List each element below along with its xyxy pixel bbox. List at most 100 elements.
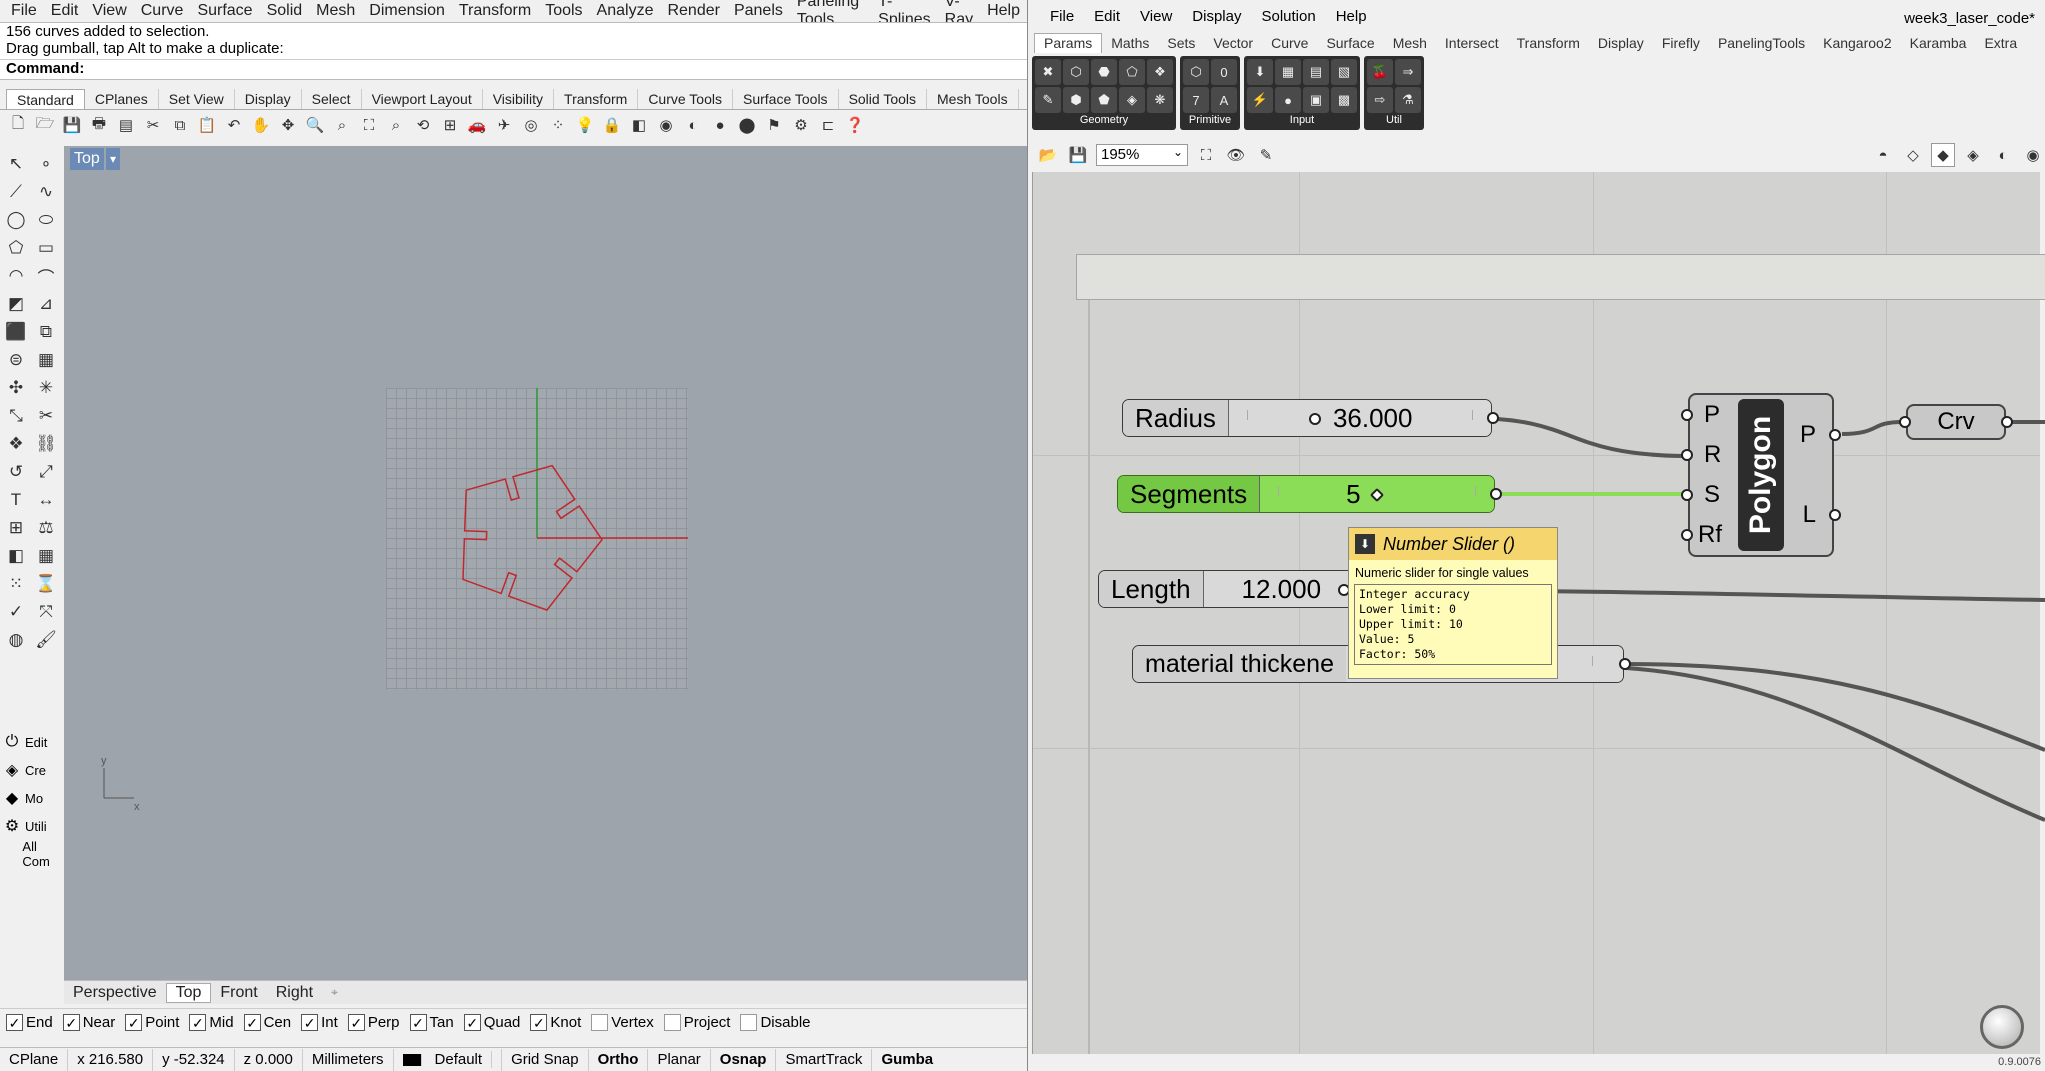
port-p-in[interactable] [1681,409,1693,421]
polygon-tool-icon[interactable]: ⬠ [2,234,30,262]
paste-icon[interactable]: 📋 [195,113,219,137]
gumball-icon[interactable]: ✣ [2,374,30,402]
viewport-tab-top[interactable]: Top [165,982,212,1003]
osnap-project[interactable]: Project [663,1014,730,1031]
osnap-vertex[interactable]: Vertex [591,1014,654,1031]
osnap-quad[interactable]: ✓ Quad [463,1014,520,1031]
osnap-checkbox[interactable]: ✓ [243,1014,261,1031]
status-cplane[interactable]: CPlane [0,1048,69,1071]
cylinder-icon[interactable]: ⊜ [2,346,30,374]
tab-set-view[interactable]: Set View [159,89,235,109]
osnap-disable[interactable]: Disable [740,1014,811,1031]
menu-dimension[interactable]: Dimension [362,2,452,20]
zoom-icon[interactable]: 🔍 [303,113,327,137]
length-slider[interactable]: Length 12.000 [1098,570,1380,608]
osnap-int[interactable]: ✓ Int [301,1014,338,1031]
osnap-end[interactable]: ✓ End [6,1014,53,1031]
tab-surface-tools[interactable]: Surface Tools [733,89,839,109]
dimension-icon[interactable]: ⊏ [816,113,840,137]
group-icon[interactable]: ❖ [2,430,30,458]
menu-file[interactable]: File [4,2,44,20]
tab-cplanes[interactable]: CPlanes [85,89,159,109]
menu-curve[interactable]: Curve [134,2,191,20]
save-icon[interactable]: 💾 [60,113,84,137]
osnap-near[interactable]: ✓ Near [62,1014,115,1031]
copy-icon[interactable]: ⧉ [168,113,192,137]
explode-icon[interactable]: ✳ [32,374,60,402]
osnap-point[interactable]: ✓ Point [125,1014,179,1031]
menu-panels[interactable]: Panels [727,2,790,20]
dimension-tool-icon[interactable]: ↔ [32,486,60,514]
radius-slider-track[interactable]: 36.000 [1228,400,1491,436]
print-icon[interactable]: 🖶 [87,113,111,137]
viewport-tab-front[interactable]: Front [211,984,266,1002]
osnap-checkbox[interactable]: ✓ [530,1014,548,1031]
tab-curve-tools[interactable]: Curve Tools [638,89,733,109]
osnap-mid[interactable]: ✓ Mid [189,1014,234,1031]
check-icon[interactable]: ✓ [2,598,30,626]
new-file-icon[interactable]: 🗋 [6,113,30,137]
radius-slider-knob[interactable] [1308,413,1321,425]
scale-icon[interactable]: ⤢ [32,458,60,486]
tab-transform[interactable]: Transform [554,89,639,109]
curve-icon[interactable]: ∿ [32,178,60,206]
layer-icon[interactable]: ◧ [627,113,651,137]
menu-solid[interactable]: Solid [260,2,310,20]
port-r-in[interactable] [1681,449,1693,461]
render-icon[interactable]: ◧ [2,542,30,570]
car-icon[interactable]: 🚗 [465,113,489,137]
paint-icon[interactable]: 🖌 [32,626,60,654]
circle-icon[interactable]: ◯ [2,206,30,234]
status-grid-snap[interactable]: Grid Snap [502,1048,589,1071]
surface-icon[interactable]: ◩ [2,290,30,318]
wireframe-sphere-icon[interactable]: ◐ [681,113,705,137]
top-viewport[interactable]: Top ▾ y x [64,146,1027,980]
undo-view-icon[interactable]: ⟲ [411,113,435,137]
crv-param-component[interactable]: Crv [1899,404,2013,440]
menu-render[interactable]: Render [660,2,726,20]
status-units[interactable]: Millimeters [303,1048,394,1071]
port-s-in[interactable] [1681,489,1693,501]
osnap-checkbox[interactable]: ✓ [463,1014,481,1031]
join-icon[interactable]: ⛓ [32,430,60,458]
open-file-icon[interactable]: 🗁 [33,113,57,137]
polygon-input-p[interactable]: P [1704,401,1720,429]
segments-slider[interactable]: Segments 5 [1117,475,1502,513]
thickness-output-port[interactable] [1619,658,1631,670]
osnap-tan[interactable]: ✓ Tan [409,1014,454,1031]
lock-icon[interactable]: 🔒 [600,113,624,137]
osnap-checkbox[interactable]: ✓ [347,1014,365,1031]
osnap-cen[interactable]: ✓ Cen [243,1014,291,1031]
status-gumball[interactable]: Gumba [872,1049,942,1071]
tab-viewport-layout[interactable]: Viewport Layout [362,89,483,109]
osnap-checkbox[interactable]: ✓ [189,1014,207,1031]
loft-icon[interactable]: ⊿ [32,290,60,318]
radius-slider[interactable]: Radius 36.000 [1122,399,1499,437]
command-prompt[interactable]: Command: [0,59,1027,79]
analyze-icon[interactable]: ⚖ [32,514,60,542]
radius-output-port[interactable] [1487,412,1499,424]
polygon-output-p[interactable]: P [1800,421,1816,449]
osnap-checkbox[interactable] [663,1014,681,1031]
osnap-checkbox[interactable] [740,1014,758,1031]
points-icon[interactable]: ⁘ [546,113,570,137]
select-icon[interactable]: ↖ [2,150,30,178]
panel-item[interactable]: ⚙ Utili [0,812,62,840]
add-viewport-tab-icon[interactable]: ⌖ [322,985,347,1000]
zoom-window-icon[interactable]: ⌕ [330,113,354,137]
menu-analyze[interactable]: Analyze [590,2,661,20]
text-icon[interactable]: T [2,486,30,514]
panel-item[interactable]: ◆ Mo [0,784,62,812]
polygon-component[interactable]: P R S Rf Polygon P L [1681,393,1841,557]
osnap-knot[interactable]: ✓ Knot [530,1014,581,1031]
osnap-checkbox[interactable]: ✓ [409,1014,427,1031]
menu-view[interactable]: View [85,2,133,20]
rotate-view-icon[interactable]: ✥ [276,113,300,137]
rebuild-icon[interactable]: ↺ [2,458,30,486]
osnap-checkbox[interactable]: ✓ [125,1014,143,1031]
help-icon[interactable]: ❓ [843,113,867,137]
mesh-icon[interactable]: ▦ [32,346,60,374]
segments-slider-track[interactable]: 5 [1260,476,1494,512]
shaded-sphere-icon[interactable]: ● [708,113,732,137]
target-icon[interactable]: ◎ [519,113,543,137]
